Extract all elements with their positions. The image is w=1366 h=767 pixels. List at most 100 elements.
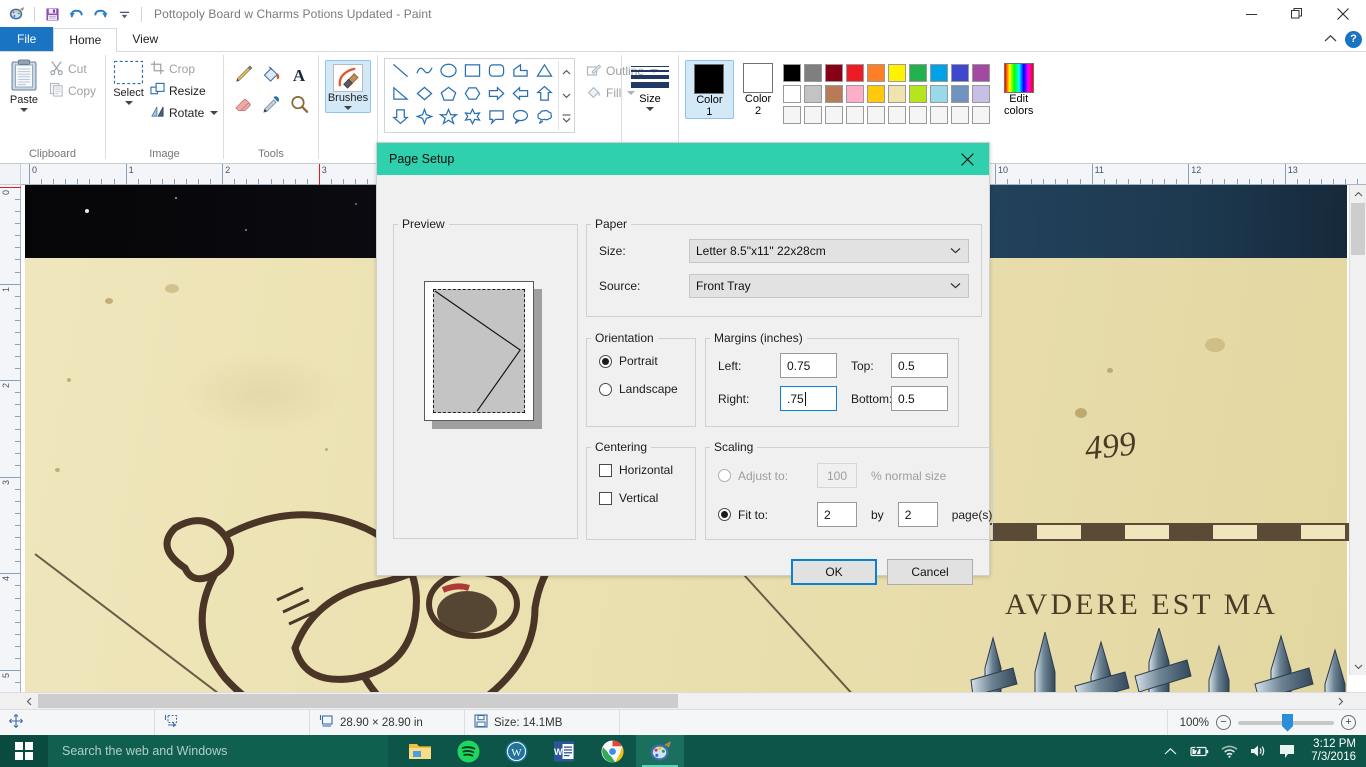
shape-right-arrow-icon[interactable] — [487, 85, 506, 107]
shape-right-triangle-icon[interactable] — [391, 85, 410, 107]
shape-line-icon[interactable] — [391, 62, 410, 84]
ok-button[interactable]: OK — [791, 559, 877, 585]
radio-portrait[interactable] — [599, 354, 612, 368]
vertical-scrollbar[interactable] — [1349, 185, 1366, 675]
checkbox-horizontal[interactable] — [599, 463, 612, 477]
help-icon[interactable]: ? — [1345, 30, 1362, 48]
scaling-adjust-option[interactable]: Adjust to: 100 % normal size — [718, 463, 992, 488]
palette-swatch-1-4[interactable] — [867, 85, 886, 103]
wifi-icon[interactable] — [1221, 745, 1238, 758]
horizontal-scrollbar[interactable] — [0, 692, 1366, 709]
chevron-down-icon[interactable] — [210, 111, 219, 115]
margin-left-input[interactable]: 0.75 — [780, 353, 837, 378]
palette-swatch-2-0[interactable] — [783, 106, 802, 124]
shape-triangle-icon[interactable] — [535, 62, 554, 84]
palette-swatch-2-1[interactable] — [804, 106, 823, 124]
color-palette[interactable] — [782, 60, 992, 126]
crop-button[interactable]: Crop — [147, 58, 221, 80]
speaker-icon[interactable] — [1250, 744, 1267, 758]
paste-button[interactable]: Paste — [6, 56, 42, 112]
palette-swatch-2-6[interactable] — [909, 106, 928, 124]
scroll-down-button[interactable] — [1350, 657, 1366, 675]
color1-button[interactable]: Color 1 — [685, 60, 734, 119]
palette-swatch-2-4[interactable] — [867, 106, 886, 124]
start-button[interactable] — [0, 735, 48, 767]
tab-view[interactable]: View — [117, 27, 173, 51]
shapes-scroll-up-button[interactable] — [559, 62, 574, 83]
palette-swatch-2-5[interactable] — [888, 106, 907, 124]
shape-oval-icon[interactable] — [439, 62, 458, 84]
orientation-landscape-option[interactable]: Landscape — [599, 382, 695, 396]
taskbar-icon-wordpress[interactable]: W — [492, 735, 540, 767]
shape-curve-icon[interactable] — [415, 62, 434, 84]
scaling-fit-option[interactable]: Fit to: 2 by 2 page(s) — [718, 502, 992, 527]
color-picker-icon[interactable] — [261, 94, 282, 120]
show-hidden-icons-button[interactable] — [1164, 747, 1177, 756]
vertical-scroll-thumb[interactable] — [1351, 203, 1365, 255]
palette-swatch-1-7[interactable] — [930, 85, 949, 103]
undo-button[interactable] — [65, 3, 87, 25]
scroll-right-button[interactable] — [1332, 693, 1349, 710]
palette-swatch-1-3[interactable] — [846, 85, 865, 103]
cancel-button[interactable]: Cancel — [887, 559, 973, 585]
taskbar-search-box[interactable]: Search the web and Windows — [48, 735, 388, 767]
radio-landscape[interactable] — [599, 382, 612, 396]
eraser-icon[interactable] — [233, 94, 254, 120]
paper-size-select[interactable]: Letter 8.5"x11" 22x28cm — [689, 239, 969, 263]
save-button[interactable] — [41, 3, 63, 25]
shape-diamond-icon[interactable] — [415, 85, 434, 107]
fit-cols-input[interactable]: 2 — [817, 502, 857, 527]
shape-pentagon-icon[interactable] — [439, 85, 458, 107]
size-button[interactable]: Size — [628, 62, 672, 111]
shape-rounded-callout-icon[interactable] — [487, 108, 506, 130]
palette-swatch-2-9[interactable] — [972, 106, 991, 124]
palette-swatch-1-1[interactable] — [804, 85, 823, 103]
edit-colors-button[interactable]: Edit colors — [992, 60, 1045, 117]
zoom-out-button[interactable]: − — [1216, 715, 1231, 730]
palette-swatch-0-3[interactable] — [846, 64, 865, 82]
margin-bottom-input[interactable]: 0.5 — [891, 386, 948, 411]
radio-fit-to[interactable] — [718, 508, 731, 521]
shapes-expand-gallery-button[interactable] — [559, 108, 574, 129]
palette-swatch-2-8[interactable] — [951, 106, 970, 124]
taskbar-icon-spotify[interactable] — [444, 735, 492, 767]
shape-cloud-callout-icon[interactable] — [535, 108, 554, 130]
rotate-button[interactable]: Rotate — [147, 102, 221, 124]
close-button[interactable] — [1320, 0, 1366, 28]
collapse-ribbon-button[interactable] — [1324, 30, 1337, 48]
palette-swatch-1-9[interactable] — [972, 85, 991, 103]
palette-swatch-0-6[interactable] — [909, 64, 928, 82]
resize-button[interactable]: Resize — [147, 80, 221, 102]
palette-swatch-0-7[interactable] — [930, 64, 949, 82]
vertical-ruler[interactable]: 0 1 2 3 4 5 — [0, 185, 21, 692]
palette-swatch-2-2[interactable] — [825, 106, 844, 124]
dialog-close-button[interactable] — [945, 143, 989, 175]
palette-swatch-1-8[interactable] — [951, 85, 970, 103]
zoom-slider[interactable] — [1238, 713, 1334, 732]
taskbar-icon-paint[interactable] — [636, 735, 684, 767]
checkbox-vertical[interactable] — [599, 491, 612, 505]
margin-right-input[interactable]: .75 — [780, 386, 837, 411]
fit-rows-input[interactable]: 2 — [897, 502, 938, 527]
palette-swatch-0-9[interactable] — [972, 64, 991, 82]
scroll-up-button[interactable] — [1350, 185, 1366, 203]
shapes-gallery[interactable] — [384, 58, 575, 133]
magnifier-icon[interactable] — [289, 94, 310, 120]
palette-swatch-0-4[interactable] — [867, 64, 886, 82]
palette-swatch-0-2[interactable] — [825, 64, 844, 82]
palette-swatch-2-3[interactable] — [846, 106, 865, 124]
shape-oval-callout-icon[interactable] — [511, 108, 530, 130]
shape-rectangle-icon[interactable] — [463, 62, 482, 84]
shape-polygon-icon[interactable] — [511, 62, 530, 84]
minimize-button[interactable] — [1228, 0, 1274, 28]
shape-four-point-star-icon[interactable] — [414, 107, 434, 130]
copy-button[interactable]: Copy — [46, 80, 99, 102]
pencil-icon[interactable] — [233, 64, 254, 90]
taskbar-icon-word[interactable]: W — [540, 735, 588, 767]
taskbar-icon-chrome[interactable] — [588, 735, 636, 767]
palette-swatch-1-2[interactable] — [825, 85, 844, 103]
battery-charging-icon[interactable] — [1189, 744, 1209, 758]
shape-up-arrow-icon[interactable] — [535, 85, 554, 107]
radio-adjust-to[interactable] — [718, 469, 731, 482]
shape-left-arrow-icon[interactable] — [511, 85, 530, 107]
